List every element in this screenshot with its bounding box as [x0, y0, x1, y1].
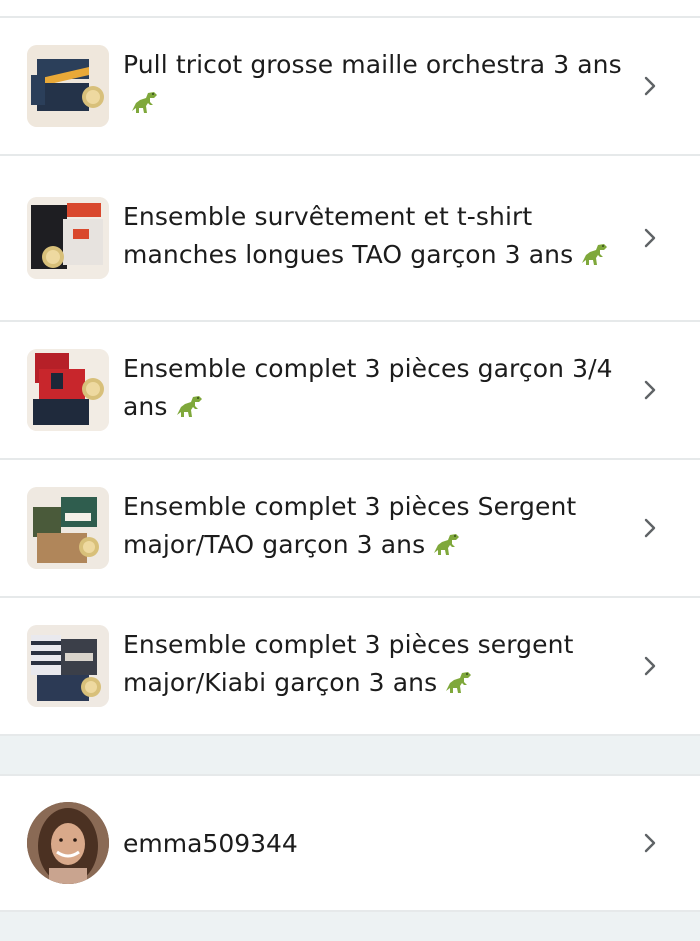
page: Pull tricot grosse maille orchestra 3 an…	[0, 0, 700, 941]
chevron-right-icon	[644, 833, 656, 853]
section-separator	[0, 912, 700, 941]
item-thumbnail	[27, 45, 109, 127]
dinosaur-icon	[129, 88, 159, 126]
chevron-right-icon	[644, 656, 656, 676]
list-item[interactable]: Ensemble complet 3 pièces garçon 3/4 ans	[0, 322, 700, 460]
chevron-right-icon	[644, 380, 656, 400]
item-title: Pull tricot grosse maille orchestra 3 an…	[123, 46, 630, 126]
avatar	[27, 802, 109, 884]
item-title: Ensemble complet 3 pièces sergent major/…	[123, 626, 630, 706]
chevron-right-icon	[644, 228, 656, 248]
item-title: Ensemble survêtement et t-shirt manches …	[123, 198, 630, 278]
dinosaur-icon	[443, 668, 473, 706]
section-separator	[0, 736, 700, 776]
list-item[interactable]: Ensemble complet 3 pièces sergent major/…	[0, 598, 700, 736]
top-divider	[0, 0, 700, 18]
list-item[interactable]: Ensemble survêtement et t-shirt manches …	[0, 156, 700, 322]
item-thumbnail	[27, 349, 109, 431]
dinosaur-icon	[431, 530, 461, 568]
dinosaur-icon	[174, 392, 204, 430]
item-thumbnail	[27, 487, 109, 569]
seller-username: emma509344	[123, 828, 298, 858]
chevron-right-icon	[644, 518, 656, 538]
list-item[interactable]: Pull tricot grosse maille orchestra 3 an…	[0, 18, 700, 156]
seller-profile-row[interactable]: emma509344	[0, 776, 700, 912]
list-item[interactable]: Ensemble complet 3 pièces Sergent major/…	[0, 460, 700, 598]
item-thumbnail	[27, 625, 109, 707]
item-title: Ensemble complet 3 pièces Sergent major/…	[123, 488, 630, 568]
item-thumbnail	[27, 197, 109, 279]
item-title: Ensemble complet 3 pièces garçon 3/4 ans	[123, 350, 630, 430]
chevron-right-icon	[644, 76, 656, 96]
dinosaur-icon	[579, 240, 609, 278]
